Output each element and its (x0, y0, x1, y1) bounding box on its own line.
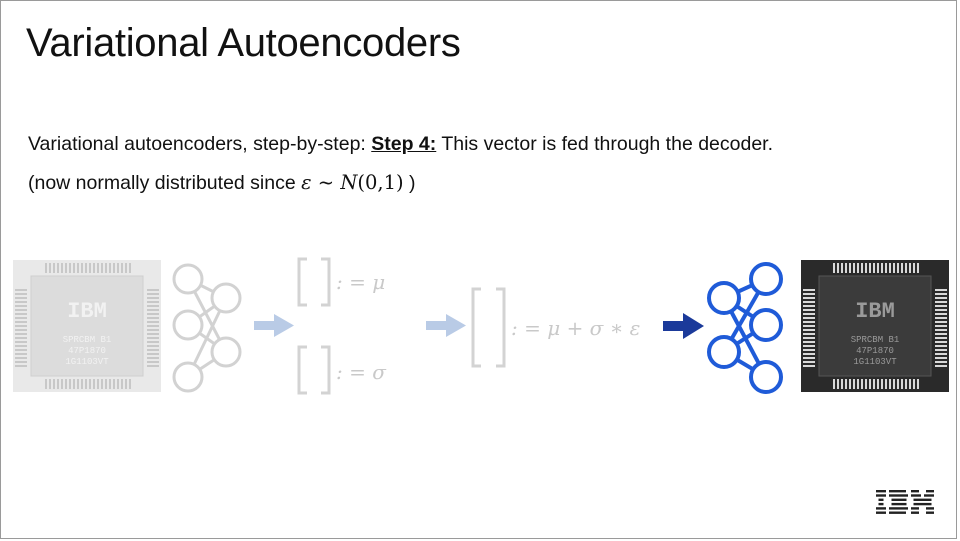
epsilon-symbol: ε (301, 171, 312, 194)
input-chip-line3: 1G1103VT (65, 357, 109, 367)
note-prefix: (now normally distributed since (28, 172, 302, 194)
output-chip-logo: IBM (855, 299, 895, 324)
output-chip-line1: SPRCBM B1 (851, 335, 900, 345)
output-chip-image: IBM SPRCBM B1 47P1870 1G1103VT (801, 260, 949, 392)
vae-diagram: IBM SPRCBM B1 47P1870 1G1103VT IBM SPRCB… (1, 241, 956, 411)
decoder-node (707, 335, 741, 369)
sim-symbol: ~ (311, 171, 341, 194)
input-chip-logo: IBM (67, 299, 107, 324)
sigma-label: : = σ (336, 360, 386, 384)
encoder-node (172, 309, 204, 341)
encoder-node (172, 263, 204, 295)
output-chip-line3: 1G1103VT (853, 357, 897, 367)
sigma-vector-bracket (297, 345, 331, 395)
mu-vector-bracket (297, 257, 331, 307)
output-chip-line2: 47P1870 (856, 346, 894, 356)
encoder-node (210, 282, 242, 314)
encoder-node (172, 361, 204, 393)
step-number: Step 4: (371, 133, 437, 155)
input-chip-line1: SPRCBM B1 (63, 335, 112, 345)
active-arrow-right-icon (663, 313, 704, 339)
decoder-network (707, 262, 783, 394)
encoder-network (172, 263, 242, 393)
z-vector-bracket (471, 287, 506, 368)
encoder-node (210, 336, 242, 368)
z-label: : = μ + σ ∗ ε (511, 316, 641, 340)
arrow-right-icon (254, 314, 294, 337)
normal-symbol: N (340, 171, 358, 194)
decoder-node (749, 308, 783, 342)
slide-title: Variational Autoencoders (26, 21, 461, 65)
decoder-node (749, 262, 783, 296)
ibm-logo-icon (876, 490, 934, 514)
normal-args: (0,1) (357, 171, 404, 194)
distribution-note: (now normally distributed since ε ~ N(0,… (28, 171, 416, 195)
step-prefix: Variational autoencoders, step-by-step: (28, 133, 372, 155)
slide: Variational Autoencoders Variational aut… (0, 0, 957, 539)
step-suffix: This vector is fed through the decoder. (436, 133, 774, 155)
arrow-right-icon (426, 314, 466, 337)
mu-label: : = μ (336, 270, 386, 294)
input-chip-image: IBM SPRCBM B1 47P1870 1G1103VT (13, 260, 161, 392)
input-chip-line2: 47P1870 (68, 346, 106, 356)
decoder-node (707, 281, 741, 315)
note-suffix: ) (403, 172, 416, 194)
step-description: Variational autoencoders, step-by-step: … (28, 133, 773, 156)
decoder-node (749, 360, 783, 394)
vae-diagram-svg: IBM SPRCBM B1 47P1870 1G1103VT IBM SPRCB… (13, 257, 949, 395)
